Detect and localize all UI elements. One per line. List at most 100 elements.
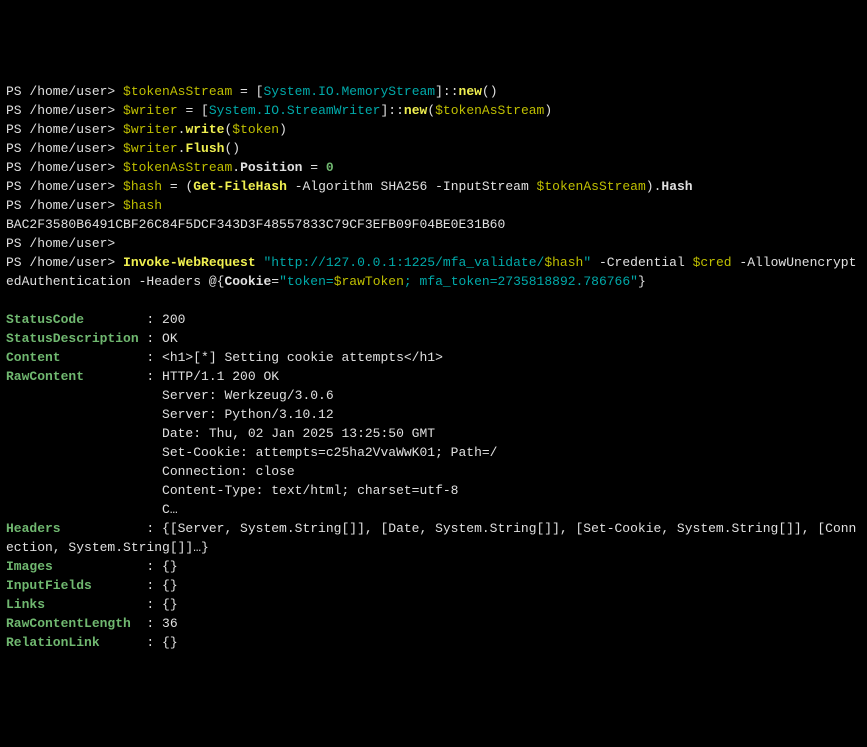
text bbox=[6, 388, 162, 403]
text bbox=[6, 464, 162, 479]
method: new bbox=[404, 103, 427, 118]
text: () bbox=[224, 141, 240, 156]
text: = [ bbox=[232, 84, 263, 99]
text: = bbox=[302, 160, 325, 175]
cmdlet: Get-FileHash bbox=[193, 179, 287, 194]
output-value: 36 bbox=[162, 616, 178, 631]
variable: $writer bbox=[123, 122, 178, 137]
text: ) bbox=[544, 103, 552, 118]
cmdlet: Invoke-WebRequest bbox=[123, 255, 256, 270]
variable: $hash bbox=[544, 255, 583, 270]
prompt: PS /home/user> bbox=[6, 103, 123, 118]
method: Flush bbox=[185, 141, 224, 156]
text: = bbox=[271, 274, 279, 289]
prompt: PS /home/user> bbox=[6, 198, 123, 213]
output-label: StatusCode bbox=[6, 312, 84, 327]
type: System.IO.MemoryStream bbox=[263, 84, 435, 99]
text bbox=[6, 445, 162, 460]
prompt: PS /home/user> bbox=[6, 255, 123, 270]
variable: $hash bbox=[123, 198, 162, 213]
text: ]:: bbox=[381, 103, 404, 118]
method: write bbox=[185, 122, 224, 137]
prompt: PS /home/user> bbox=[6, 160, 123, 175]
string: mfa_token=2735818892.786766" bbox=[412, 274, 638, 289]
output-value: {} bbox=[162, 635, 178, 650]
text: : bbox=[84, 312, 162, 327]
terminal-output[interactable]: PS /home/user> $tokenAsStream = [System.… bbox=[6, 82, 861, 652]
output-label: RawContentLength bbox=[6, 616, 131, 631]
text bbox=[6, 502, 162, 517]
output-label: StatusDescription bbox=[6, 331, 139, 346]
parameter: -Credential bbox=[591, 255, 685, 270]
variable: $hash bbox=[123, 179, 162, 194]
text: } bbox=[638, 274, 646, 289]
text: SHA256 bbox=[373, 179, 428, 194]
text: : bbox=[100, 635, 162, 650]
text: : bbox=[45, 597, 162, 612]
output-value: OK bbox=[162, 331, 178, 346]
property: Position bbox=[240, 160, 302, 175]
output-label: Headers bbox=[6, 521, 61, 536]
parameter: -Headers bbox=[131, 274, 201, 289]
output-label: Links bbox=[6, 597, 45, 612]
output-value: Connection: close bbox=[162, 464, 295, 479]
text bbox=[6, 483, 162, 498]
text: ) bbox=[279, 122, 287, 137]
output-value: Content-Type: text/html; charset=utf-8 bbox=[162, 483, 458, 498]
output-label: InputFields bbox=[6, 578, 92, 593]
output-label: RelationLink bbox=[6, 635, 100, 650]
text: ( bbox=[427, 103, 435, 118]
text: : bbox=[92, 578, 162, 593]
string: "http://127.0.0.1:1225/mfa_validate/ bbox=[263, 255, 544, 270]
hash-output: BAC2F3580B6491CBF26C84F5DCF343D3F4855783… bbox=[6, 217, 505, 232]
prompt: PS /home/user> bbox=[6, 141, 123, 156]
output-label: Images bbox=[6, 559, 53, 574]
type: System.IO.StreamWriter bbox=[209, 103, 381, 118]
variable: $rawToken bbox=[334, 274, 404, 289]
output-value: <h1>[*] Setting cookie attempts</h1> bbox=[162, 350, 443, 365]
output-value: 200 bbox=[162, 312, 185, 327]
method: new bbox=[459, 84, 482, 99]
output-value: Server: Python/3.10.12 bbox=[162, 407, 334, 422]
output-value: {} bbox=[162, 559, 178, 574]
text: : bbox=[61, 521, 162, 536]
prompt: PS /home/user> bbox=[6, 84, 123, 99]
output-label: RawContent bbox=[6, 369, 84, 384]
string: ; bbox=[404, 274, 412, 289]
text: : bbox=[139, 331, 162, 346]
prompt: PS /home/user> bbox=[6, 179, 123, 194]
text bbox=[6, 426, 162, 441]
string: " bbox=[583, 255, 591, 270]
variable: $tokenAsStream bbox=[123, 84, 232, 99]
output-value: HTTP/1.1 200 OK bbox=[162, 369, 279, 384]
variable: $tokenAsStream bbox=[529, 179, 646, 194]
text: : bbox=[131, 616, 162, 631]
variable: $writer bbox=[123, 103, 178, 118]
prompt: PS /home/user> bbox=[6, 122, 123, 137]
output-label: Content bbox=[6, 350, 61, 365]
output-value: Date: Thu, 02 Jan 2025 13:25:50 GMT bbox=[162, 426, 435, 441]
key: Cookie bbox=[224, 274, 271, 289]
variable: $cred bbox=[685, 255, 732, 270]
output-value: {} bbox=[162, 597, 178, 612]
text: : bbox=[53, 559, 162, 574]
text: : bbox=[61, 350, 162, 365]
text bbox=[6, 407, 162, 422]
output-value: Set-Cookie: attempts=c25ha2VvaWwK01; Pat… bbox=[162, 445, 497, 460]
text: () bbox=[482, 84, 498, 99]
text: @{ bbox=[201, 274, 224, 289]
variable: $tokenAsStream bbox=[123, 160, 232, 175]
prompt: PS /home/user> bbox=[6, 236, 115, 251]
text: = ( bbox=[162, 179, 193, 194]
variable: $token bbox=[232, 122, 279, 137]
text: . bbox=[232, 160, 240, 175]
number: 0 bbox=[326, 160, 334, 175]
output-value: Server: Werkzeug/3.0.6 bbox=[162, 388, 334, 403]
variable: $tokenAsStream bbox=[435, 103, 544, 118]
text: = [ bbox=[178, 103, 209, 118]
text: ). bbox=[646, 179, 662, 194]
property: Hash bbox=[661, 179, 692, 194]
output-value: C… bbox=[162, 502, 178, 517]
parameter: -InputStream bbox=[427, 179, 528, 194]
text: : bbox=[84, 369, 162, 384]
